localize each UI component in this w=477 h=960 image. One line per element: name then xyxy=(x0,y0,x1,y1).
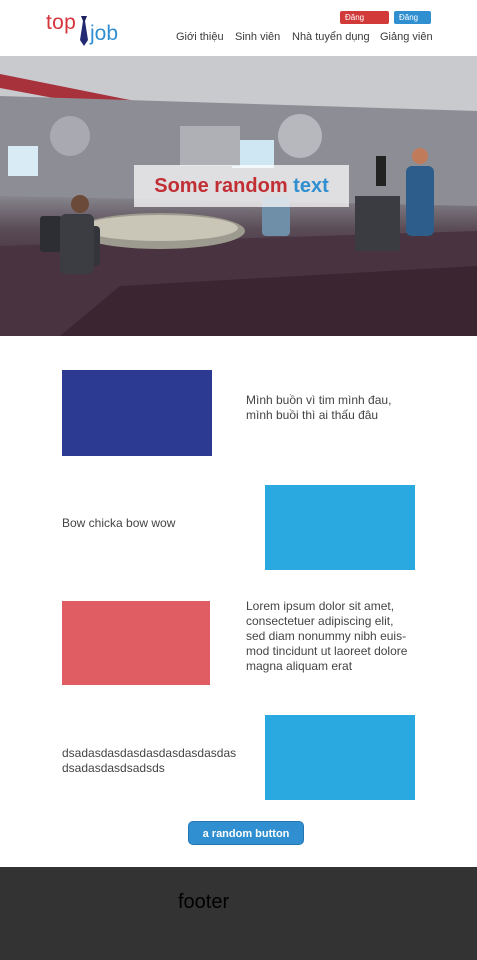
site-header: top job Đăng nhập Đăng kí Giới thiệu Sin… xyxy=(0,0,477,56)
logo-text-job: job xyxy=(90,22,119,45)
logo-text-top: top xyxy=(46,11,77,34)
register-button[interactable]: Đăng kí xyxy=(394,11,431,35)
login-button[interactable]: Đăng nhập xyxy=(340,11,389,35)
feature-image-2 xyxy=(265,485,415,570)
logo[interactable]: top job xyxy=(46,10,126,50)
nav-item-employers[interactable]: Nhà tuyển dụng xyxy=(292,31,370,43)
nav-item-lecturers[interactable]: Giảng viên xyxy=(380,31,433,43)
feature-image-3 xyxy=(62,601,210,685)
footer-label: footer xyxy=(178,891,230,913)
tie-icon xyxy=(80,16,88,46)
feature-text-2: Bow chicka bow wow xyxy=(62,516,176,530)
hero-caption-part1: Some random xyxy=(154,175,288,197)
feature-image-4 xyxy=(265,715,415,800)
feature-text-1: Mình buồn vì tim mình đau, mình buồi thì… xyxy=(246,393,392,422)
feature-text-4: dsadasdasdasdasdasdasdasdas dsadasdasdsa… xyxy=(62,746,237,775)
nav-item-students[interactable]: Sinh viên xyxy=(235,31,280,43)
hero-caption-part2: text xyxy=(293,175,329,197)
nav-item-about[interactable]: Giới thiệu xyxy=(176,31,224,43)
hero-banner: Some random text xyxy=(0,56,477,336)
feature-image-1 xyxy=(62,370,212,456)
feature-text-3: Lorem ipsum dolor sit amet, consectetuer… xyxy=(246,599,408,673)
hero-caption: Some random text xyxy=(134,165,349,207)
random-button[interactable]: a random button xyxy=(188,821,304,845)
site-footer: footer xyxy=(0,867,477,960)
